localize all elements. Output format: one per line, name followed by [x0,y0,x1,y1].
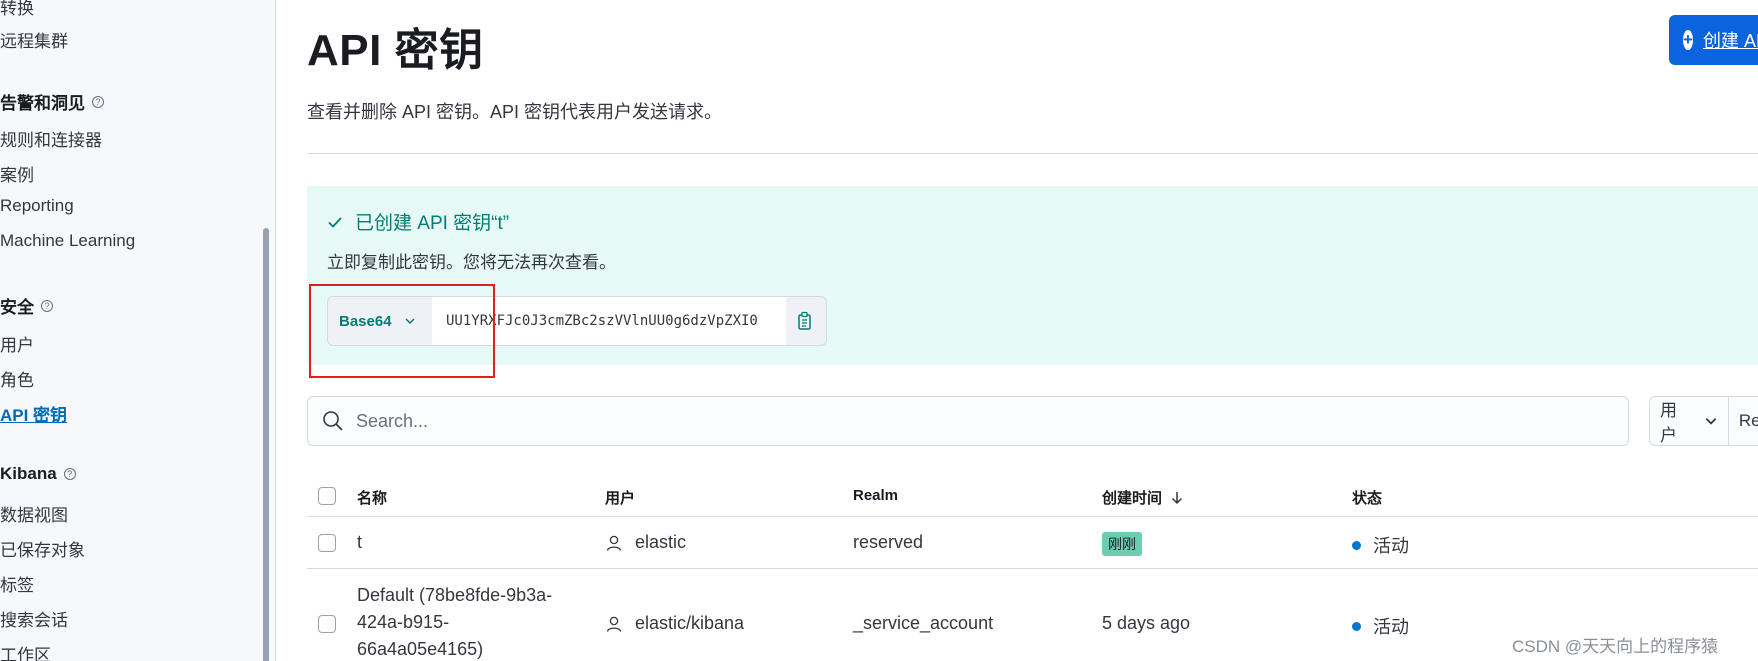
row-name-line: 66a4a05e4165) [357,639,484,659]
create-api-key-button[interactable]: + 创建 API 密钥 [1669,15,1758,65]
help-icon[interactable]: ? [63,468,76,480]
sidebar-group-alerts: 告警和洞见 ? [0,89,104,114]
search-bar [307,396,1629,446]
row-realm: _service_account [853,613,994,633]
column-header-name[interactable]: 名称 [357,487,387,508]
row-status-text: 活动 [1373,536,1409,556]
divider [307,153,1758,154]
sort-arrow-down-icon [1171,491,1183,504]
sidebar-item-workspaces[interactable]: 工作区 [0,641,51,661]
sidebar-group-security: 安全 ? [0,293,53,318]
sidebar-scrollbar[interactable] [263,228,269,661]
sidebar-item-roles[interactable]: 角色 [0,366,34,391]
help-icon[interactable]: ? [92,95,104,108]
realm-filter-label: Realm [1738,411,1758,430]
row-user: elastic/kibana [605,613,744,634]
row-created: 刚刚 [1102,532,1142,556]
row-name[interactable]: Default (78be8fde-9b3a- 424a-b915- 66a4a… [357,582,552,661]
search-input[interactable] [356,410,1556,432]
row-checkbox[interactable] [318,615,336,633]
sidebar-item-machine-learning[interactable]: Machine Learning [0,231,135,251]
page-description: 查看并删除 API 密钥。API 密钥代表用户发送请求。 [307,102,723,122]
row-name-line: 424a-b915- [357,612,450,632]
select-all-checkbox[interactable] [318,487,336,505]
callout-title-text: 已创建 API 密钥“t” [355,213,510,234]
success-callout: 已创建 API 密钥“t” 立即复制此密钥。您将无法再次查看。 Base64 U… [307,186,1758,365]
check-icon [328,216,342,228]
column-header-realm[interactable]: Realm [853,487,898,504]
copy-button[interactable] [786,297,826,345]
row-status: 活动 [1352,613,1409,639]
row-name-line: Default (78be8fde-9b3a- [357,585,553,605]
sidebar: 转换 远程集群 告警和洞见 ? 规则和连接器 案例 Reporting Mach… [0,0,276,661]
sidebar-item-search-sessions[interactable]: 搜索会话 [0,606,68,631]
page-title: API 密钥 [307,26,484,75]
column-header-created[interactable]: 创建时间 [1102,487,1184,508]
callout-text: 立即复制此密钥。您将无法再次查看。 [327,253,616,272]
user-icon [606,535,622,551]
callout-title: 已创建 API 密钥“t” [327,208,509,235]
row-status: 活动 [1352,532,1409,558]
row-created: 5 days ago [1102,613,1191,633]
sidebar-group-title: Kibana [0,464,57,483]
create-api-key-label: 创建 API 密钥 [1702,31,1758,51]
sidebar-item-api-keys[interactable]: API 密钥 [0,401,67,426]
sidebar-item-rules[interactable]: 规则和连接器 [0,126,102,151]
user-filter-label: 用户 [1660,401,1677,445]
chevron-down-icon [1705,418,1717,425]
row-realm: reserved [853,532,924,552]
filter-group: 用户 Realm [1649,396,1758,446]
user-filter-button[interactable]: 用户 [1650,397,1729,445]
sidebar-group-title: 安全 [0,298,34,317]
created-badge: 刚刚 [1102,532,1142,556]
status-dot [1352,540,1361,550]
column-header-user[interactable]: 用户 [605,487,635,508]
row-user-text: elastic/kibana [635,613,745,633]
row-divider [307,568,1758,569]
sidebar-item-tags[interactable]: 标签 [0,571,34,596]
row-checkbox[interactable] [318,534,336,552]
sidebar-item-data-views[interactable]: 数据视图 [0,501,68,526]
row-divider [307,516,1758,517]
sidebar-item-saved-objects[interactable]: 已保存对象 [0,536,85,561]
highlight-annotation-box [309,284,495,378]
watermark: CSDN @天天向上的程序猿 [1512,637,1719,656]
main-content: API 密钥 + 创建 API 密钥 查看并删除 API 密钥。API 密钥代表… [276,0,1758,661]
sidebar-item-cases[interactable]: 案例 [0,161,34,186]
copy-icon [798,311,811,330]
row-name[interactable]: t [357,532,362,553]
sidebar-group-kibana: Kibana ? [0,464,76,484]
column-header-status[interactable]: 状态 [1352,487,1382,508]
status-dot [1352,621,1361,631]
user-icon [606,616,622,632]
sidebar-item-remote-clusters[interactable]: 远程集群 [0,27,68,52]
sidebar-group-title: 告警和洞见 [0,94,85,113]
realm-filter-button[interactable]: Realm [1729,397,1758,445]
column-header-created-label: 创建时间 [1102,490,1163,507]
search-icon [323,411,343,431]
plus-icon: + [1683,30,1693,50]
row-user: elastic [605,532,686,553]
sidebar-item-transforms[interactable]: 转换 [0,0,34,19]
row-user-text: elastic [635,532,687,552]
help-icon[interactable]: ? [41,299,53,312]
sidebar-item-reporting[interactable]: Reporting [0,196,74,216]
sidebar-item-users[interactable]: 用户 [0,331,34,356]
row-status-text: 活动 [1373,617,1409,637]
